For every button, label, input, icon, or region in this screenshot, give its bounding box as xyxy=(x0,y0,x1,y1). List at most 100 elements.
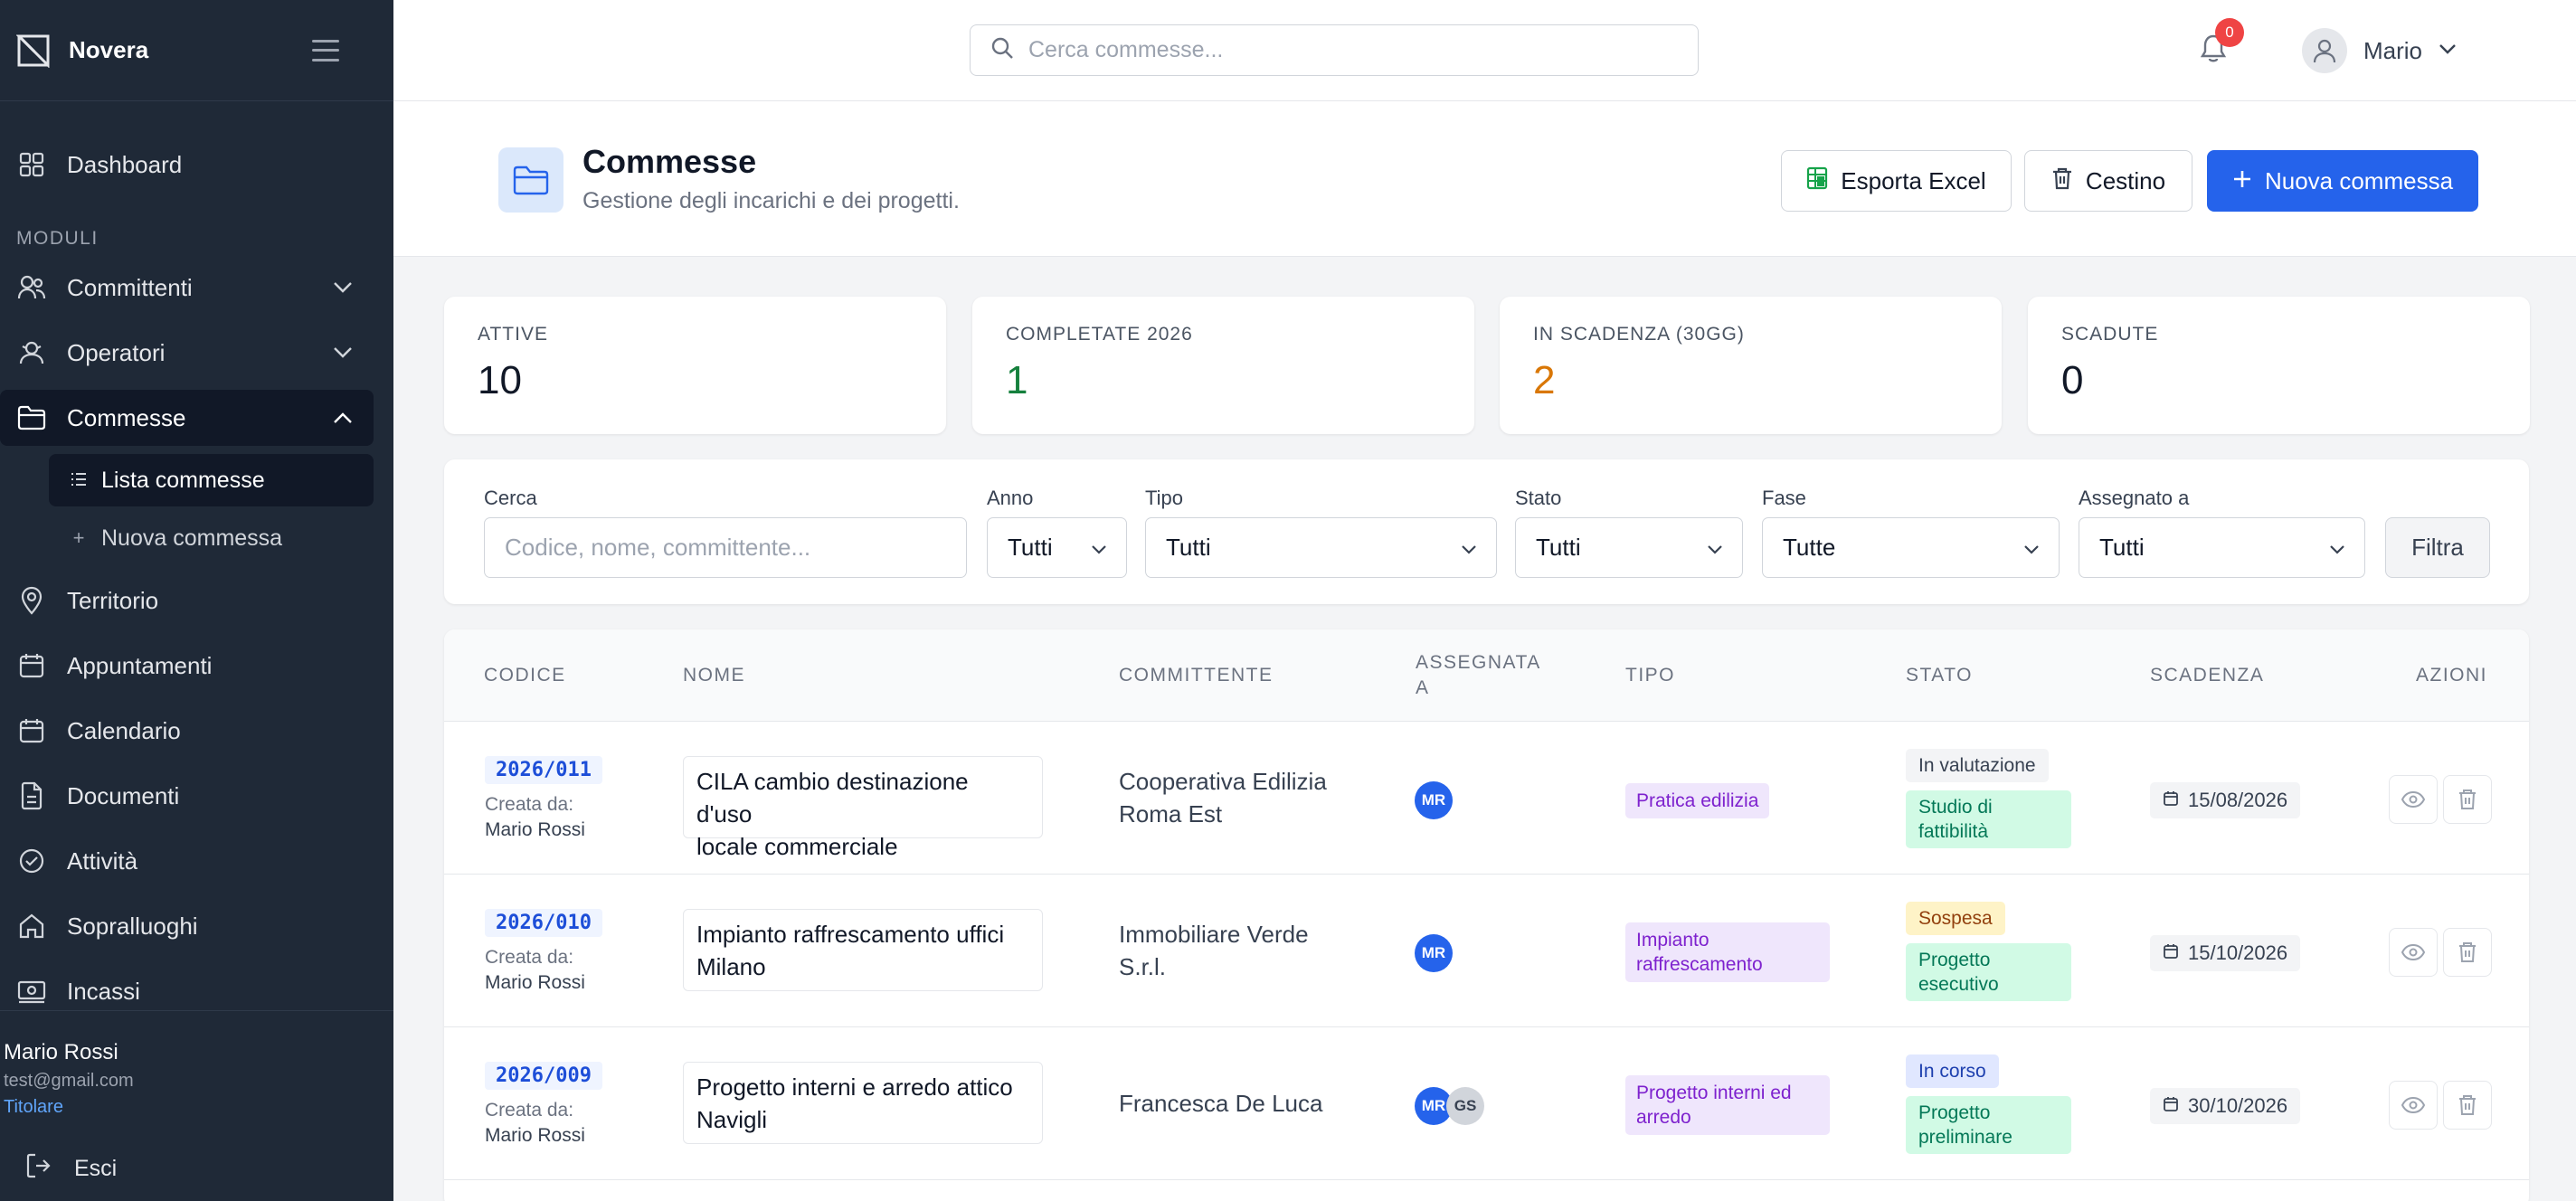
menu-toggle-icon[interactable] xyxy=(312,39,339,61)
chevron-up-icon xyxy=(332,407,354,429)
commessa-name-line: locale commerciale xyxy=(696,833,898,860)
column-header-line: A xyxy=(1416,677,1430,698)
scadenza-date: 30/10/2026 xyxy=(2150,1088,2301,1124)
table-row[interactable]: 2026/009 Creata da: Mario Rossi Progetto… xyxy=(444,1027,2529,1180)
tipo-line: Impianto xyxy=(1636,930,1709,950)
scadenza-value: 30/10/2026 xyxy=(2188,1094,2288,1117)
chevron-down-icon xyxy=(2022,537,2041,565)
commessa-name-line: Impianto raffrescamento uffici xyxy=(696,921,1005,948)
view-icon[interactable] xyxy=(2389,775,2438,824)
new-commessa-button[interactable]: Nuova commessa xyxy=(2207,150,2478,212)
column-header-nome[interactable]: NOME xyxy=(683,663,745,688)
app-name: Novera xyxy=(69,36,149,63)
filter-search-input[interactable] xyxy=(505,534,966,562)
sidebar-item-sopralluoghi[interactable]: Sopralluoghi xyxy=(0,898,374,954)
sidebar-item-commesse[interactable]: Commesse xyxy=(0,390,374,446)
view-icon[interactable] xyxy=(2389,928,2438,977)
fase-badge: Studio di fattibilità xyxy=(1906,790,2071,848)
sidebar-subitem-lista-commesse[interactable]: Lista commesse xyxy=(49,454,374,506)
stat-label: ATTIVE xyxy=(478,324,548,345)
delete-icon[interactable] xyxy=(2443,928,2492,977)
new-commessa-label: Nuova commessa xyxy=(2264,166,2454,194)
column-header-assegnata[interactable]: ASSEGNATA A xyxy=(1416,650,1541,701)
operator-icon xyxy=(16,337,47,368)
sidebar-item-documenti[interactable]: Documenti xyxy=(0,768,374,824)
column-header-scadenza[interactable]: SCADENZA xyxy=(2150,663,2264,688)
stat-card-scadute: SCADUTE 0 xyxy=(2028,297,2530,434)
commessa-name[interactable]: Impianto raffrescamento uffici Milano xyxy=(683,909,1043,991)
committente: Immobiliare Verde S.r.l. xyxy=(1119,918,1345,983)
delete-icon[interactable] xyxy=(2443,775,2492,824)
commessa-name-line: Milano xyxy=(696,953,766,980)
commessa-name[interactable]: CILA cambio destinazione d'uso locale co… xyxy=(683,756,1043,860)
sidebar-item-committenti[interactable]: Committenti xyxy=(0,260,374,316)
table-row[interactable]: 2026/010 Creata da: Mario Rossi Impianto… xyxy=(444,875,2529,1027)
calendar-icon xyxy=(2163,941,2179,965)
commessa-name-line: CILA cambio destinazione d'uso xyxy=(696,768,969,827)
delete-icon[interactable] xyxy=(2443,1081,2492,1130)
column-header-committente[interactable]: COMMITTENTE xyxy=(1119,663,1273,688)
export-excel-button[interactable]: Esporta Excel xyxy=(1781,150,2012,212)
map-pin-icon xyxy=(16,585,47,616)
calendar-icon xyxy=(16,715,47,746)
sidebar-item-label: Committenti xyxy=(67,273,193,301)
global-search[interactable] xyxy=(970,24,1699,76)
sidebar-item-dashboard[interactable]: Dashboard xyxy=(0,137,374,193)
filter-assegnato-value: Tutti xyxy=(2099,534,2145,561)
user-menu-name: Mario xyxy=(2363,36,2423,64)
created-label: Creata da: xyxy=(485,794,574,815)
sidebar-item-label: Appuntamenti xyxy=(67,651,213,679)
filter-assegnato-select[interactable]: Tutti xyxy=(2079,517,2365,578)
stat-label: COMPLETATE 2026 xyxy=(1006,324,1193,345)
sidebar-item-calendario[interactable]: Calendario xyxy=(0,703,374,759)
filter-tipo-select[interactable]: Tutti xyxy=(1145,517,1497,578)
view-icon[interactable] xyxy=(2389,1081,2438,1130)
sidebar-item-territorio[interactable]: Territorio xyxy=(0,572,374,629)
sidebar-item-appuntamenti[interactable]: Appuntamenti xyxy=(0,638,374,694)
filter-fase-select[interactable]: Tutte xyxy=(1762,517,2060,578)
grid-icon xyxy=(16,149,47,180)
stat-value: 10 xyxy=(478,358,522,402)
column-header-stato[interactable]: STATO xyxy=(1906,663,1973,688)
search-input[interactable] xyxy=(1028,37,1662,63)
brand: Novera xyxy=(0,0,393,101)
created-by: Creata da: Mario Rossi xyxy=(485,1098,585,1149)
stat-card-attive: ATTIVE 10 xyxy=(444,297,946,434)
logout-button[interactable]: Esci xyxy=(25,1152,117,1186)
fase-line: fattibilità xyxy=(1918,821,1989,842)
created-by-name: Mario Rossi xyxy=(485,1125,585,1146)
trash-button[interactable]: Cestino xyxy=(2024,150,2192,212)
tipo-badge: Progetto interni ed arredo xyxy=(1625,1075,1830,1135)
stato-badge: In corso xyxy=(1906,1054,1999,1088)
filter-tipo-value: Tutti xyxy=(1166,534,1211,561)
committente-line: Immobiliare Verde xyxy=(1119,921,1309,948)
commessa-code[interactable]: 2026/010 xyxy=(485,909,602,937)
filter-anno-select[interactable]: Tutti xyxy=(987,517,1127,578)
filter-search-field[interactable] xyxy=(484,517,967,578)
chevron-down-icon xyxy=(2328,537,2346,565)
section-label: MODULI xyxy=(16,228,99,249)
sidebar-subitem-nuova-commessa[interactable]: + Nuova commessa xyxy=(49,512,374,564)
column-header-tipo[interactable]: TIPO xyxy=(1625,663,1675,688)
filter-stato-value: Tutti xyxy=(1536,534,1581,561)
commessa-code[interactable]: 2026/011 xyxy=(485,756,602,784)
sidebar-item-attivita[interactable]: Attività xyxy=(0,833,374,889)
sidebar-user: Mario Rossi test@gmail.com Titolare xyxy=(0,1010,393,1118)
sidebar-item-label: Documenti xyxy=(67,781,180,809)
sidebar-item-operatori[interactable]: Operatori xyxy=(0,325,374,381)
filter-button[interactable]: Filtra xyxy=(2385,517,2490,578)
commessa-name[interactable]: Progetto interni e arredo attico Navigli xyxy=(683,1062,1043,1144)
user-menu[interactable]: Mario xyxy=(2302,27,2457,74)
scadenza-date: 15/10/2026 xyxy=(2150,935,2301,971)
users-icon xyxy=(16,272,47,303)
created-by: Creata da: Mario Rossi xyxy=(485,792,585,843)
committente-line: S.r.l. xyxy=(1119,953,1167,980)
table-row[interactable]: 2026/011 Creata da: Mario Rossi CILA cam… xyxy=(444,722,2529,875)
fase-line: preliminare xyxy=(1918,1127,2012,1148)
scadenza-value: 15/10/2026 xyxy=(2188,941,2288,964)
tipo-line: arredo xyxy=(1636,1107,1691,1128)
commessa-code[interactable]: 2026/009 xyxy=(485,1062,602,1090)
user-name: Mario Rossi xyxy=(4,1040,118,1064)
column-header-codice[interactable]: CODICE xyxy=(484,663,566,688)
filter-stato-select[interactable]: Tutti xyxy=(1515,517,1743,578)
